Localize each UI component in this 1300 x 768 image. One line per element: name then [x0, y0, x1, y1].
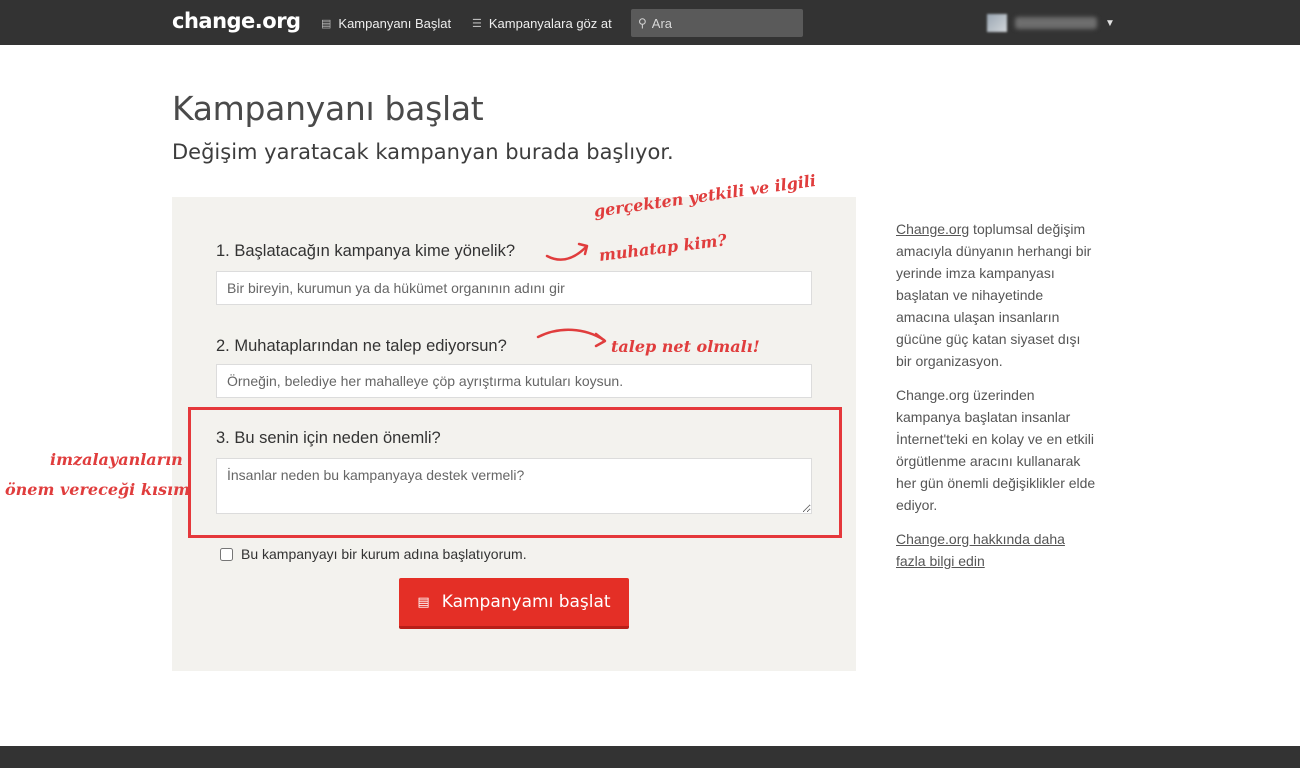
nav-browse-campaigns[interactable]: ☰ Kampanyalara göz at [472, 16, 612, 31]
sidebar-about-paragraph: Change.org toplumsal değişim amacıyla dü… [896, 218, 1096, 372]
footer [0, 746, 1300, 768]
search-icon: ⚲ [638, 16, 647, 30]
caret-down-icon: ▼ [1105, 17, 1115, 29]
petition-icon: ▤ [321, 18, 332, 30]
start-campaign-button[interactable]: ▤ Kampanyamı başlat [399, 578, 629, 629]
sidebar-about-text: toplumsal değişim amacıyla dünyanın herh… [896, 221, 1092, 369]
page-subtitle: Değişim yaratacak kampanyan burada başlı… [172, 140, 674, 164]
user-menu[interactable]: ▼ [987, 14, 1115, 32]
question-3-label: 3. Bu senin için neden önemli? [216, 429, 441, 447]
org-checkbox-row[interactable]: Bu kampanyayı bir kurum adına başlatıyor… [220, 546, 527, 562]
start-campaign-button-label: Kampanyamı başlat [441, 592, 611, 612]
page-title: Kampanyanı başlat [172, 89, 484, 128]
nav-browse-campaigns-label: Kampanyalara göz at [488, 16, 612, 31]
top-navbar: change.org ▤ Kampanyanı Başlat ☰ Kampany… [0, 0, 1300, 45]
annotation-importance-line1: imzalayanların [50, 450, 183, 469]
username-blurred [1015, 17, 1097, 29]
annotation-demand: talep net olmalı! [611, 337, 760, 356]
campaign-demand-input[interactable] [216, 364, 812, 398]
question-2-label: 2. Muhataplarından ne talep ediyorsun? [216, 337, 507, 355]
campaign-reason-textarea[interactable] [216, 458, 812, 514]
campaign-target-input[interactable] [216, 271, 812, 305]
org-checkbox[interactable] [220, 547, 233, 561]
sidebar-impact-paragraph: Change.org üzerinden kampanya başlatan i… [896, 387, 1096, 513]
petition-icon: ▤ [417, 594, 430, 610]
list-icon: ☰ [472, 18, 482, 30]
sidebar-changeorg-link[interactable]: Change.org [896, 221, 969, 237]
org-checkbox-label: Bu kampanyayı bir kurum adına başlatıyor… [241, 546, 527, 562]
sidebar-learn-more: Change.org hakkında daha fazla bilgi edi… [896, 528, 1096, 572]
logo[interactable]: change.org [172, 9, 301, 33]
avatar [987, 14, 1007, 32]
question-1-label: 1. Başlatacağın kampanya kime yönelik? [216, 242, 515, 260]
nav-start-campaign[interactable]: ▤ Kampanyanı Başlat [321, 16, 451, 31]
annotation-importance-line2: önem vereceği kısım [5, 480, 191, 499]
nav-start-campaign-label: Kampanyanı Başlat [338, 16, 452, 31]
search-box: ⚲ [631, 9, 803, 37]
search-input[interactable] [649, 14, 794, 32]
learn-more-link[interactable]: Change.org hakkında daha fazla bilgi edi… [896, 531, 1065, 569]
